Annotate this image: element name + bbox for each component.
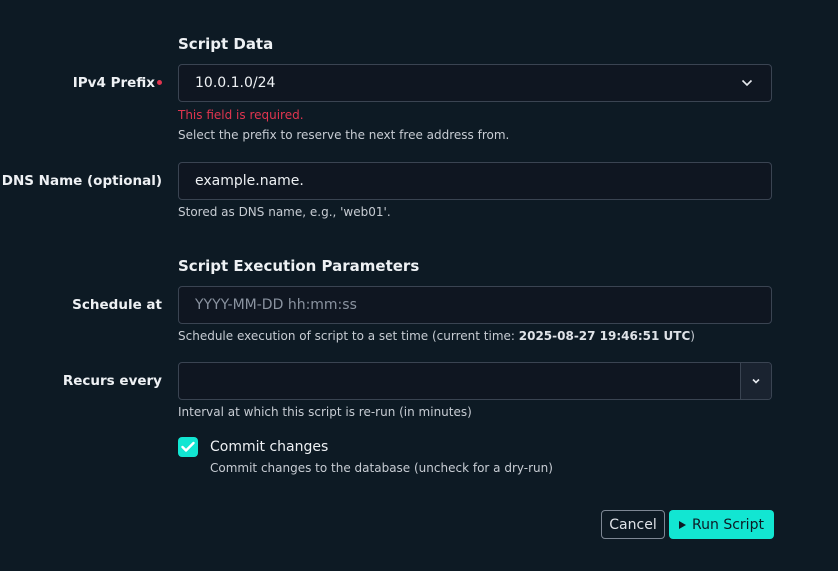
commit-changes-checkbox[interactable] bbox=[178, 437, 198, 457]
dns-name-label: DNS Name (optional) bbox=[1, 173, 162, 189]
script-data-heading: Script Data bbox=[178, 35, 274, 53]
recurs-every-help: Interval at which this script is re-run … bbox=[178, 405, 472, 419]
schedule-help-prefix: Schedule execution of script to a set ti… bbox=[178, 329, 519, 343]
checkmark-icon bbox=[181, 441, 195, 452]
commit-changes-label[interactable]: Commit changes bbox=[210, 439, 328, 455]
ipv4-prefix-error: This field is required. bbox=[178, 108, 304, 122]
recurs-every-dropdown-button[interactable] bbox=[740, 363, 771, 399]
schedule-at-input[interactable] bbox=[179, 287, 771, 323]
play-icon bbox=[679, 520, 687, 529]
ipv4-prefix-select[interactable]: 10.0.1.0/24 bbox=[178, 64, 772, 102]
ipv4-prefix-label-text: IPv4 Prefix bbox=[72, 75, 155, 91]
run-script-button-label: Run Script bbox=[692, 516, 764, 533]
schedule-help-suffix: ) bbox=[690, 329, 695, 343]
schedule-at-field[interactable] bbox=[178, 286, 772, 324]
run-script-button[interactable]: Run Script bbox=[669, 510, 774, 539]
dns-name-field[interactable] bbox=[178, 162, 772, 200]
commit-changes-help: Commit changes to the database (uncheck … bbox=[210, 461, 553, 475]
ipv4-prefix-label: IPv4 Prefix bbox=[0, 75, 162, 91]
current-time: 2025-08-27 19:46:51 UTC bbox=[518, 329, 691, 343]
script-form: Script Data IPv4 Prefix 10.0.1.0/24 This… bbox=[0, 0, 838, 571]
cancel-button[interactable]: Cancel bbox=[601, 510, 665, 539]
schedule-at-label: Schedule at bbox=[72, 297, 162, 313]
recurs-every-label: Recurs every bbox=[62, 373, 162, 389]
chevron-down-icon bbox=[741, 79, 753, 87]
dns-name-input[interactable] bbox=[179, 163, 771, 199]
cancel-button-label: Cancel bbox=[609, 516, 657, 533]
required-indicator-icon bbox=[157, 79, 162, 85]
dns-name-help: Stored as DNS name, e.g., 'web01'. bbox=[178, 205, 391, 219]
ipv4-prefix-value: 10.0.1.0/24 bbox=[195, 75, 276, 91]
schedule-at-help: Schedule execution of script to a set ti… bbox=[178, 329, 695, 343]
recurs-every-select[interactable] bbox=[178, 362, 772, 400]
execution-parameters-heading: Script Execution Parameters bbox=[178, 257, 420, 275]
chevron-down-icon bbox=[752, 378, 760, 384]
ipv4-prefix-help: Select the prefix to reserve the next fr… bbox=[178, 128, 510, 142]
